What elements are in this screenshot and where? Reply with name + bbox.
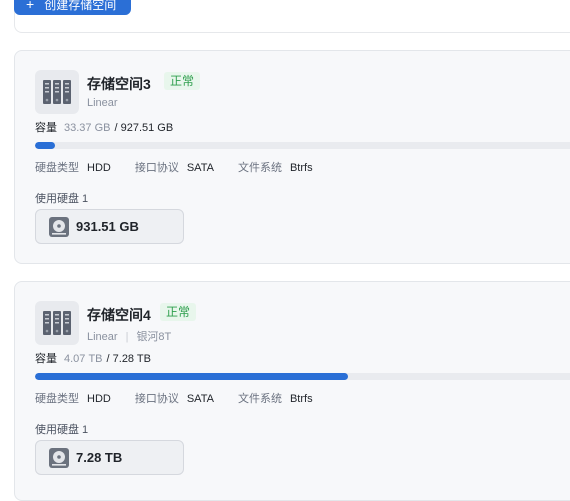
capacity-progress-bar bbox=[35, 373, 570, 380]
raid-type: Linear bbox=[87, 331, 118, 343]
status-badge: 正常 bbox=[160, 303, 197, 321]
status-badge: 正常 bbox=[164, 72, 201, 90]
filesystem-value: Btrfs bbox=[289, 393, 313, 405]
disk-chip[interactable]: 931.51 GB bbox=[35, 209, 184, 244]
hard-disk-icon bbox=[44, 446, 74, 470]
capacity-progress-fill bbox=[35, 373, 349, 380]
capacity-used: 33.37 GB bbox=[64, 122, 111, 134]
filesystem-value: Btrfs bbox=[289, 162, 313, 174]
hard-disk-icon bbox=[44, 215, 74, 239]
pool-name: 存储空间3 bbox=[87, 76, 151, 92]
interface-label: 接口协议 bbox=[134, 393, 179, 405]
interface-value: SATA bbox=[186, 162, 214, 174]
disk-type-label: 硬盘类型 bbox=[35, 162, 79, 174]
plus-icon: + bbox=[26, 0, 35, 12]
pool-properties: 硬盘类型 HDD 接口协议 SATA 文件系统 Btrfs bbox=[35, 390, 337, 406]
filesystem-label: 文件系统 bbox=[237, 162, 282, 174]
filesystem-label: 文件系统 bbox=[237, 393, 282, 405]
capacity-line: 容量 4.07 TB/ 7.28 TB bbox=[35, 350, 151, 366]
disks-used-label: 使用硬盘 1 bbox=[35, 424, 89, 436]
disk-chip[interactable]: 7.28 TB bbox=[35, 440, 184, 475]
storage-pool-card[interactable]: 存储空间4 正常 Linear | 银河8T 容量 4.07 TB/ 7.28 TB … bbox=[14, 281, 570, 501]
pool-subtitle: Linear | 银河8T bbox=[87, 328, 171, 344]
interface-label: 接口协议 bbox=[134, 162, 179, 174]
create-storage-label: 创建存储空间 bbox=[44, 0, 117, 12]
disk-size: 931.51 GB bbox=[76, 219, 139, 234]
subtitle-divider: | bbox=[125, 331, 129, 343]
disks-used-label: 使用硬盘 1 bbox=[35, 193, 89, 205]
capacity-line: 容量 33.37 GB/ 927.51 GB bbox=[35, 119, 173, 135]
disk-type-value: HDD bbox=[87, 162, 111, 174]
server-rack-icon bbox=[35, 301, 79, 345]
raid-type: Linear bbox=[87, 97, 118, 109]
pool-subtitle: Linear bbox=[87, 97, 118, 109]
capacity-label: 容量 bbox=[35, 353, 57, 365]
disk-type-value: HDD bbox=[87, 393, 111, 405]
interface-value: SATA bbox=[186, 393, 214, 405]
server-rack-icon bbox=[35, 70, 79, 114]
capacity-total: / 7.28 TB bbox=[106, 353, 151, 365]
capacity-label: 容量 bbox=[35, 122, 57, 134]
capacity-used: 4.07 TB bbox=[64, 353, 103, 365]
capacity-progress-fill bbox=[35, 142, 56, 149]
pool-alias: 银河8T bbox=[136, 331, 172, 343]
capacity-total: / 927.51 GB bbox=[114, 122, 174, 134]
create-storage-button[interactable]: + 创建存储空间 bbox=[14, 0, 131, 15]
storage-pool-card[interactable]: 存储空间3 正常 Linear 容量 33.37 GB/ 927.51 GB 硬盘… bbox=[14, 50, 570, 264]
disk-size: 7.28 TB bbox=[76, 450, 123, 465]
pool-name: 存储空间4 bbox=[87, 307, 151, 323]
capacity-progress-bar bbox=[35, 142, 570, 149]
pool-properties: 硬盘类型 HDD 接口协议 SATA 文件系统 Btrfs bbox=[35, 159, 337, 175]
disk-type-label: 硬盘类型 bbox=[35, 393, 79, 405]
